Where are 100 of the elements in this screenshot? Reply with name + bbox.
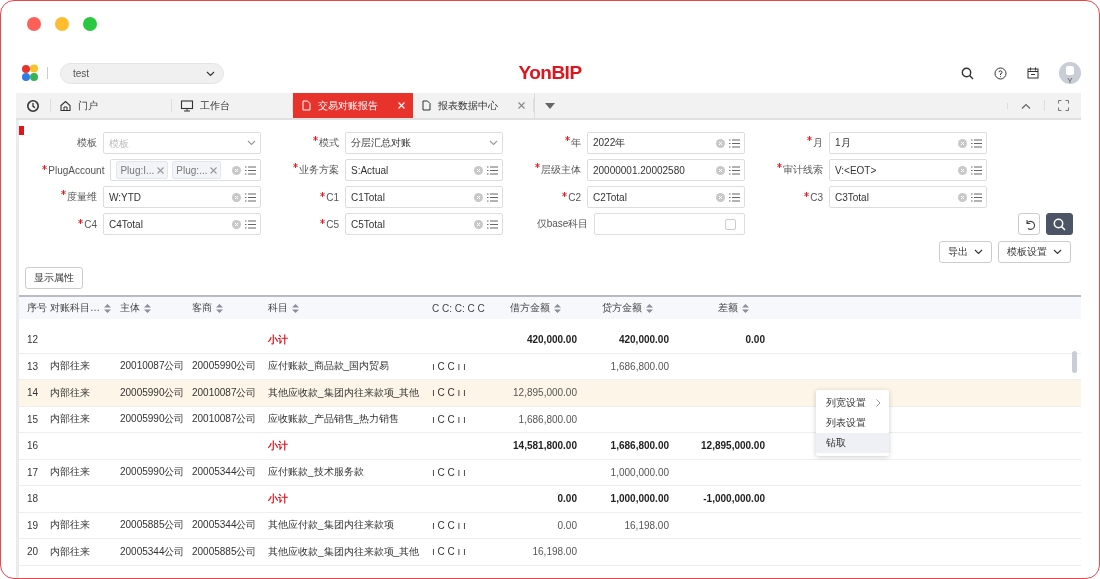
clear-icon[interactable] [958, 138, 967, 148]
help-icon[interactable] [994, 66, 1007, 80]
field-label: 年 [571, 137, 581, 148]
table-cell: ı C C ı ı [432, 360, 466, 372]
list-icon[interactable] [971, 138, 982, 148]
table-row[interactable]: 18 小计 0.00 1,000,000.00 -1,000,000.00 [19, 486, 1081, 513]
org-select[interactable]: test [60, 62, 224, 84]
select-field[interactable]: 模板 [103, 132, 261, 154]
tag-select-field[interactable]: Plug:I... Plug:... [110, 159, 261, 181]
table-cell: 1,000,000.00 [610, 493, 669, 505]
avatar[interactable]: Y [1059, 62, 1081, 84]
table-cell: ı C C ı ı [432, 546, 466, 558]
clear-icon[interactable] [474, 192, 483, 202]
close-window-button[interactable] [27, 17, 41, 31]
sort-icon[interactable] [292, 303, 299, 313]
input-field[interactable]: C3Total [829, 186, 987, 208]
clear-icon[interactable] [232, 192, 241, 202]
scrollbar-thumb[interactable] [1072, 351, 1077, 373]
monitor-icon [180, 98, 194, 113]
tab[interactable]: 门户 [51, 93, 171, 118]
column-header: 主体 [120, 301, 140, 315]
clear-icon[interactable] [716, 165, 725, 175]
list-icon[interactable] [487, 219, 498, 229]
search-icon[interactable] [961, 66, 974, 80]
sort-icon[interactable] [104, 303, 111, 313]
sort-icon[interactable] [646, 303, 653, 313]
checkbox[interactable] [725, 218, 736, 230]
table-cell: ı C C ı ı [432, 387, 466, 399]
clear-icon[interactable] [958, 165, 967, 175]
table-cell: 20005990公司 [120, 465, 185, 480]
document-icon [301, 99, 312, 112]
column-header: C C: C: C C [432, 302, 485, 314]
clear-icon[interactable] [474, 165, 483, 175]
input-field[interactable]: 2022年 [587, 132, 745, 154]
input-field[interactable]: 1月 [829, 132, 987, 154]
clear-icon[interactable] [958, 192, 967, 202]
table-cell: 0.00 [557, 493, 577, 505]
clear-icon[interactable] [232, 219, 241, 229]
input-field[interactable]: C1Total [345, 186, 503, 208]
search-button[interactable] [1046, 213, 1073, 235]
field-label: C4 [84, 218, 97, 230]
table-row[interactable]: 19 内部往来 20005885公司 20005344公司 其他应付款_集团内往来款项 ı C C ı ı 0.00 16,198.00 [19, 512, 1081, 539]
template-settings-button[interactable]: 模板设置 [998, 241, 1071, 263]
close-icon[interactable] [518, 102, 525, 109]
list-icon[interactable] [971, 165, 982, 175]
input-field[interactable]: C4Total [103, 213, 261, 235]
list-icon[interactable] [245, 219, 256, 229]
table-cell: 内部往来 [50, 465, 90, 480]
table-row[interactable]: 20 内部往来 20005344公司 20005885公司 其他应收款_集团内往来款项_其他 ı C C ı ı 16,198.00 [19, 539, 1081, 566]
field-label: C5 [326, 218, 339, 230]
select-field[interactable]: 分层汇总对账 [345, 132, 503, 154]
tab[interactable]: 交易对账报告 [293, 93, 413, 118]
table-cell: 内部往来 [50, 544, 90, 559]
fullscreen-icon[interactable] [1057, 100, 1069, 111]
table-cell: 20005344公司 [192, 465, 257, 480]
calendar-icon[interactable] [1027, 67, 1039, 79]
list-icon[interactable] [487, 165, 498, 175]
close-icon[interactable] [157, 166, 165, 174]
sort-icon[interactable] [554, 303, 561, 313]
list-icon[interactable] [245, 165, 256, 175]
field-label: 模式 [319, 137, 339, 148]
chevron-down-icon [247, 140, 256, 146]
tab[interactable]: 工作台 [172, 93, 292, 118]
list-icon[interactable] [729, 192, 740, 202]
clear-icon[interactable] [232, 165, 241, 175]
table-cell: 20010087公司 [192, 412, 257, 427]
caret-down-icon[interactable] [545, 102, 555, 109]
menu-item[interactable]: 钻取 [816, 433, 889, 453]
menu-item[interactable]: 列表设置 [816, 413, 889, 433]
sort-icon[interactable] [144, 303, 151, 313]
sort-icon[interactable] [742, 303, 749, 313]
list-icon[interactable] [245, 192, 256, 202]
clear-icon[interactable] [716, 138, 725, 148]
app-logo-icon[interactable] [21, 64, 39, 82]
input-field[interactable]: W:YTD [103, 186, 261, 208]
reset-button[interactable] [1018, 213, 1040, 235]
show-attributes-button[interactable]: 显示属性 [25, 267, 83, 289]
home-icon [59, 99, 72, 112]
clear-icon[interactable] [474, 219, 483, 229]
list-icon[interactable] [729, 165, 740, 175]
close-icon[interactable] [210, 166, 218, 174]
input-field[interactable]: S:Actual [345, 159, 503, 181]
column-header: 借方金额 [510, 301, 550, 315]
list-icon[interactable] [729, 138, 740, 148]
chevron-up-icon[interactable] [1021, 102, 1031, 109]
input-field[interactable]: V:<EOT> [829, 159, 987, 181]
table-row[interactable]: 12 小计 420,000.00 420,000.00 0.00 [19, 327, 1081, 354]
input-field[interactable]: C2Total [587, 186, 745, 208]
clear-icon[interactable] [716, 192, 725, 202]
chevron-down-icon [489, 140, 498, 146]
table-row[interactable]: 17 内部往来 20005990公司 20005344公司 应付账款_技术服务款 ı C C ı ı 1,000,000.00 [19, 459, 1081, 486]
tab[interactable]: 报表数据中心 [413, 93, 533, 118]
list-icon[interactable] [487, 192, 498, 202]
maximize-window-button[interactable] [83, 17, 97, 31]
export-button[interactable]: 导出 [939, 241, 992, 263]
input-field[interactable]: 20000001.20002580 [587, 159, 745, 181]
sort-icon[interactable] [216, 303, 223, 313]
input-field[interactable]: C5Total [345, 213, 503, 235]
list-icon[interactable] [971, 192, 982, 202]
minimize-window-button[interactable] [55, 17, 69, 31]
